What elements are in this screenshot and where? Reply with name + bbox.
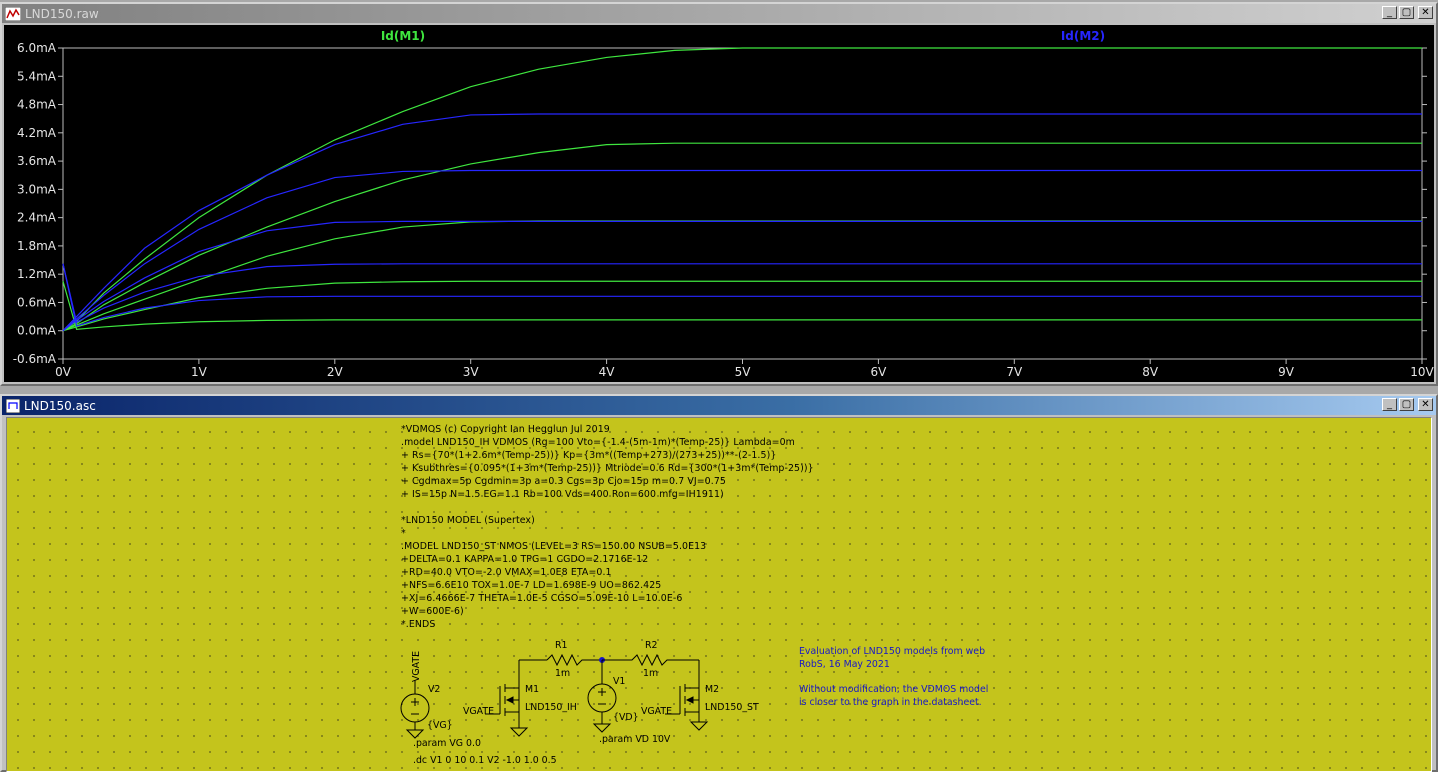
y-tick-label: 2.4mA <box>17 211 57 225</box>
waveform-icon <box>5 6 21 21</box>
x-tick-label: 8V <box>1142 365 1159 379</box>
trace-line <box>62 263 1422 324</box>
trace-line <box>62 263 1422 327</box>
x-tick-label: 5V <box>735 365 752 379</box>
r1-value-label[interactable]: 1m <box>555 668 570 679</box>
trace-line <box>62 280 1422 332</box>
param-vg-directive[interactable]: .param VG 0.0 <box>413 738 481 749</box>
x-tick-label: 9V <box>1278 365 1295 379</box>
m2-label[interactable]: M2 <box>705 684 719 695</box>
x-tick-label: 0V <box>55 365 72 379</box>
m1-label[interactable]: M1 <box>525 684 539 695</box>
v2-value-label[interactable]: {VG} <box>427 720 453 731</box>
x-tick-label: 3V <box>463 365 480 379</box>
note-line[interactable]: RobS, 16 May 2021 <box>799 659 890 670</box>
schematic-canvas[interactable]: *VDMOS (c) Copyright Ian Hegglun Jul 201… <box>6 417 1432 772</box>
x-tick-label: 4V <box>599 365 616 379</box>
minimize-button[interactable]: _ <box>1382 398 1397 411</box>
trace-line <box>62 220 1422 332</box>
note-line[interactable]: Without modification, the VDMOS model <box>799 684 988 695</box>
plot-canvas[interactable]: 6.0mA 5.4mA 4.8mA 4.2mA 3.6mA 3.0mA 2.4mA 1.8mA… <box>4 25 1434 382</box>
plot-window: LND150.raw _ ▢ ✕ 6.0mA 5.4mA 4.8mA 4.2mA 3.6… <box>0 2 1438 386</box>
trace-line <box>62 220 1422 332</box>
circuit-diagram <box>400 653 709 739</box>
m2-gate-net-label[interactable]: VGATE <box>641 706 672 717</box>
trace-line <box>62 169 1422 332</box>
r2-value-label[interactable]: 1m <box>643 668 658 679</box>
y-tick-label: 0.0mA <box>17 324 57 338</box>
trace-label-m1: Id(M1) <box>381 29 425 43</box>
schematic-icon <box>6 398 20 413</box>
dc-directive[interactable]: .dc V1 0 10 0.1 V2 -1.0 1.0 0.5 <box>413 755 557 766</box>
vgate-net-label[interactable]: VGATE <box>411 651 422 682</box>
note-line[interactable]: Evaluation of LND150 models from web <box>799 646 985 657</box>
schematic-window-title: LND150.asc <box>24 398 96 413</box>
r1-resistor <box>546 653 602 667</box>
ground-symbol <box>689 721 709 731</box>
close-button[interactable]: ✕ <box>1418 6 1433 19</box>
m1-model-label[interactable]: LND150_IH <box>525 702 577 713</box>
param-vd-directive[interactable]: .param VD 10V <box>599 734 670 745</box>
x-tick-label: 1V <box>191 365 208 379</box>
v2-label[interactable]: V2 <box>428 684 440 695</box>
m1-gate-net-label[interactable]: VGATE <box>463 706 494 717</box>
y-tick-label: -0.6mA <box>13 352 57 366</box>
y-tick-label: 4.2mA <box>17 126 57 140</box>
x-tick-label: 6V <box>870 365 887 379</box>
restore-button[interactable]: ▢ <box>1399 398 1414 411</box>
trace-line <box>62 142 1422 332</box>
v1-value-label[interactable]: {VD} <box>613 712 639 723</box>
waveform-plot[interactable]: 6.0mA 5.4mA 4.8mA 4.2mA 3.6mA 3.0mA 2.4mA 1.8mA… <box>4 25 1434 382</box>
plot-frame <box>62 47 1423 360</box>
v1-label[interactable]: V1 <box>613 676 625 687</box>
r1-label[interactable]: R1 <box>555 640 567 651</box>
schematic-window: LND150.asc _ ▢ ✕ *VDMOS (c) Copyright Ia… <box>0 394 1438 772</box>
close-button[interactable]: ✕ <box>1418 398 1433 411</box>
x-tick-label: 7V <box>1006 365 1023 379</box>
y-tick-label: 5.4mA <box>17 69 57 83</box>
ground-symbol <box>592 723 612 733</box>
y-tick-label: 0.6mA <box>17 295 57 309</box>
y-tick-label: 1.2mA <box>17 267 57 281</box>
schematic-window-titlebar[interactable]: LND150.asc _ ▢ ✕ <box>2 396 1436 415</box>
y-tick-label: 3.6mA <box>17 154 57 168</box>
x-tick-label: 2V <box>327 365 344 379</box>
ground-symbol <box>509 727 529 737</box>
note-line[interactable]: is closer to the graph in the datasheet. <box>799 697 982 708</box>
plot-window-titlebar[interactable]: LND150.raw _ ▢ ✕ <box>2 4 1436 23</box>
trace-line <box>62 113 1422 332</box>
ground-symbol <box>405 729 425 739</box>
trace-label-m2: Id(M2) <box>1061 29 1105 43</box>
y-tick-label: 4.8mA <box>17 98 57 112</box>
y-tick-label: 6.0mA <box>17 41 57 55</box>
y-tick-label: 3.0mA <box>17 182 57 196</box>
restore-button[interactable]: ▢ <box>1399 6 1414 19</box>
r2-resistor <box>602 653 699 667</box>
m2-model-label[interactable]: LND150_ST <box>705 702 759 713</box>
x-tick-label: 10V <box>1410 365 1434 379</box>
r2-label[interactable]: R2 <box>645 640 657 651</box>
plot-window-title: LND150.raw <box>25 6 99 21</box>
y-tick-label: 1.8mA <box>17 239 57 253</box>
minimize-button[interactable]: _ <box>1382 6 1397 19</box>
